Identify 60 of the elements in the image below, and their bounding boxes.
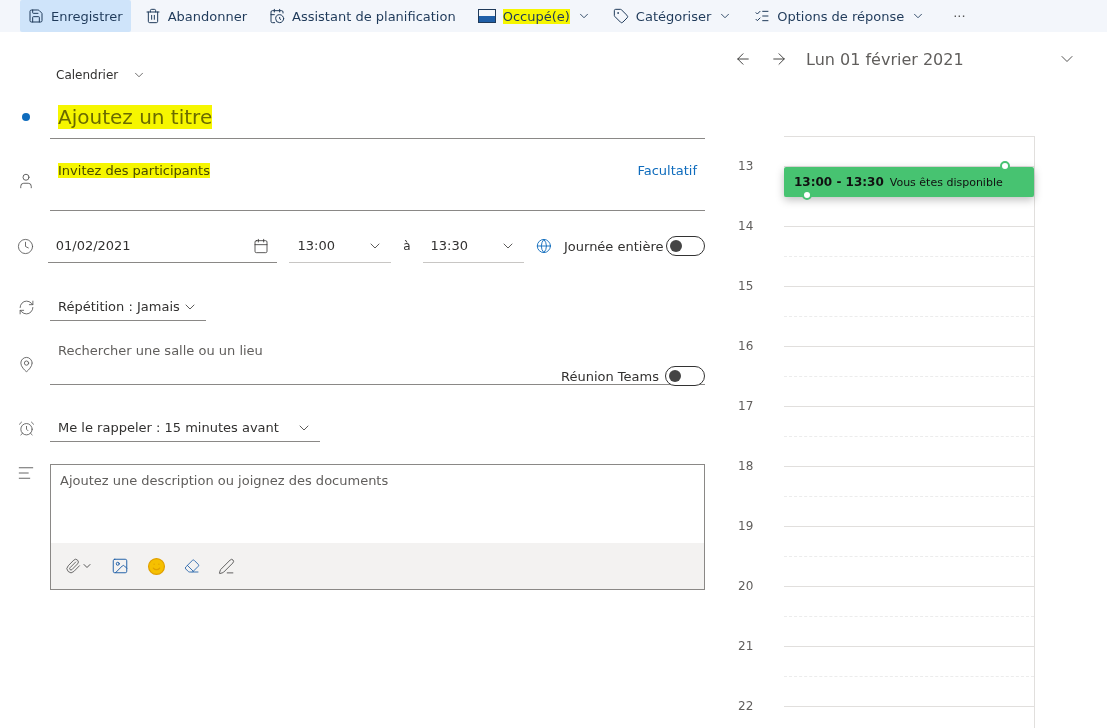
clock-icon (17, 237, 35, 255)
alarm-clock-icon (17, 419, 35, 437)
location-pin-icon (17, 355, 35, 373)
reminder-dropdown[interactable]: Me le rappeler : 15 minutes avant (50, 414, 320, 442)
paperclip-icon (65, 558, 81, 574)
previous-day-button[interactable] (734, 50, 752, 68)
resize-handle[interactable] (802, 190, 812, 200)
optional-link[interactable]: Facultatif (637, 163, 697, 178)
toolbar-button[interactable]: Catégoriser (604, 0, 741, 32)
teams-label: Réunion Teams (561, 368, 659, 384)
resize-handle[interactable] (1000, 161, 1010, 171)
all-day-toggle[interactable] (665, 236, 705, 256)
globe-icon[interactable] (536, 238, 552, 254)
hour-label: 19 (738, 519, 754, 533)
description-placeholder: Ajoutez une description ou joignez des documents (59, 472, 390, 490)
repeat-icon (17, 298, 35, 316)
time-separator: à (403, 239, 411, 253)
end-time-dropdown[interactable]: 13:30 (422, 229, 525, 263)
hour-label: 14 (738, 219, 754, 233)
teams-toggle[interactable] (665, 366, 705, 386)
date-field[interactable]: 01/02/2021 (47, 229, 278, 263)
repeat-dropdown[interactable]: Répétition : Jamais (50, 293, 206, 321)
toolbar-icon (28, 8, 44, 24)
hour-label: 16 (738, 339, 754, 353)
hour-label: 20 (738, 579, 754, 593)
toolbar-icon (144, 8, 161, 24)
toolbar-button[interactable]: Enregistrer (20, 0, 131, 32)
description-editor[interactable]: Ajoutez une description ou joignez des documents (50, 464, 705, 590)
start-time-dropdown[interactable]: 13:00 (289, 229, 392, 263)
emoji-button[interactable] (147, 556, 166, 576)
calendar-icon (253, 237, 270, 254)
person-icon (17, 172, 35, 190)
hour-label: 17 (738, 399, 754, 413)
toolbar-button[interactable]: Abandonner (136, 0, 256, 32)
toolbar-button[interactable]: Assistant de planification (261, 0, 464, 32)
format-button[interactable] (184, 558, 200, 574)
hour-label: 13 (738, 159, 754, 173)
busy-status-icon (477, 9, 496, 23)
next-day-button[interactable] (770, 50, 788, 68)
toolbar-icon (269, 8, 286, 24)
signature-button[interactable] (218, 557, 235, 575)
hour-label: 18 (738, 459, 754, 473)
all-day-label: Journée entière (564, 238, 664, 254)
toolbar-button[interactable]: Occupé(e) (469, 0, 599, 32)
hour-label: 21 (738, 639, 754, 653)
calendar-picker[interactable]: Calendrier (16, 68, 705, 82)
description-icon (17, 464, 35, 482)
toolbar-button[interactable]: Options de réponse (746, 0, 934, 32)
more-button[interactable]: ··· (939, 8, 980, 24)
attach-button[interactable] (65, 558, 93, 574)
hour-label: 15 (738, 279, 754, 293)
insert-picture-button[interactable] (111, 557, 129, 575)
title-field[interactable]: Ajoutez un titre (50, 95, 705, 139)
event-block[interactable]: 13:00 - 13:30 Vous êtes disponible (784, 167, 1034, 197)
toolbar-icon (612, 8, 629, 24)
participants-field[interactable]: Invitez des participants Facultatif (50, 151, 705, 211)
calendar-date-label: Lun 01 février 2021 (806, 49, 964, 69)
hour-label: 22 (738, 699, 754, 713)
calendar-color-dot (22, 113, 30, 121)
toolbar-icon (754, 8, 771, 24)
